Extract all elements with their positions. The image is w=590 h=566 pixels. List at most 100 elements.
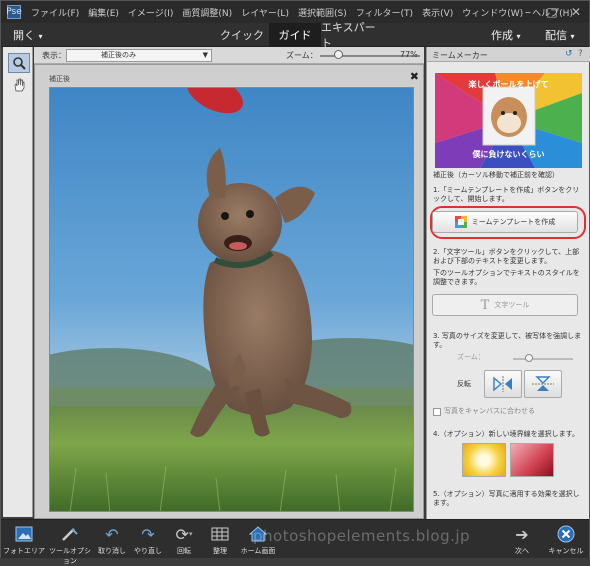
border-option-red[interactable] [510,443,554,477]
panel-zoom-knob[interactable] [525,354,533,362]
fit-to-canvas-checkbox[interactable] [433,408,441,416]
maximize-button[interactable]: □ [541,1,563,23]
text-tool-icon: T [480,297,490,313]
tool-options-label: ツールオプション [49,547,91,565]
minimize-button[interactable]: – [517,1,539,23]
photo-bin-icon [15,526,33,542]
step4-text: 4.（オプション）新しい境界線を選択します。 [433,430,579,438]
dog-photo-image [50,88,413,511]
organize-label: 整理 [213,547,227,555]
meme-bottom-text: 僕に負けないくらい [472,150,545,159]
flip-horizontal-icon [493,376,512,392]
undo-icon: ↶ [105,524,119,544]
menu-file[interactable]: ファイル(F) [31,6,79,19]
tab-guided[interactable]: ガイド [269,23,321,47]
next-button[interactable]: ➔ 次へ [499,524,545,556]
text-tool-button[interactable]: T 文字ツール [432,294,578,316]
canvas-label: 補正後 [49,75,70,83]
cancel-button[interactable]: キャンセル [543,524,589,556]
close-window-button[interactable]: ✕ [565,1,587,23]
view-label: 表示： [42,51,66,60]
help-icon[interactable]: ? [578,49,583,59]
share-label: 配信 [545,29,567,42]
chevron-down-icon: ▾ [516,32,521,41]
view-options-bar: 表示： 補正後のみ ▼ ズーム： 77% [34,47,424,64]
magnifier-icon [13,57,26,70]
panel-title: ミームメーカー [432,51,488,60]
open-label: 開く [13,29,35,42]
menu-image[interactable]: イメージ(I) [128,6,174,19]
after-caption: 補正後（カーソル移動で補正前を確認） [433,171,559,179]
view-select-value: 補正後のみ [101,51,136,59]
view-select[interactable]: 補正後のみ ▼ [66,49,212,62]
menu-edit[interactable]: 編集(E) [88,6,119,19]
photo-bin-button[interactable]: フォトエリア [1,524,47,556]
mode-bar: 開く ▾ クイック ガイド エキスパート 作成 ▾ 配信 ▾ [1,21,589,50]
tab-expert[interactable]: エキスパート [321,21,381,50]
panel-zoom-slider[interactable] [513,358,573,360]
photo-bin-label: フォトエリア [3,547,45,555]
border-option-sunburst[interactable] [462,443,506,477]
chevron-down-icon: ▾ [188,530,193,538]
zoom-label: ズーム： [286,51,318,60]
step2-text: 2.「文字ツール」ボタンをクリックして、上部および下部のテキストを変更します。 [433,248,580,265]
menu-enhance[interactable]: 画質調整(N) [182,6,232,19]
chevron-down-icon: ▼ [202,51,208,59]
tool-options-icon [62,528,78,541]
menu-select[interactable]: 選択範囲(S) [298,6,347,19]
create-meme-template-label: ミームテンプレートを作成 [471,218,556,226]
create-meme-template-button[interactable]: ミームテンプレートを作成 [432,211,578,233]
open-button[interactable]: 開く ▾ [13,27,43,43]
rotate-icon: ⟳ [175,524,189,544]
zoom-tool[interactable] [8,53,30,73]
watermark-text: photoshopelements.blog.jp [253,527,471,545]
menu-layer[interactable]: レイヤー(L) [241,6,289,19]
create-button[interactable]: 作成 ▾ [491,27,521,43]
dog-photo[interactable] [49,87,414,512]
app-window: Pse ファイル(F) 編集(E) イメージ(I) 画質調整(N) レイヤー(L… [0,0,590,565]
redo-label: やり直し [134,547,162,555]
meme-preview: 楽しくボールを上げて 僕に負けないくらい [435,73,582,168]
flip-vertical-icon [532,376,554,391]
image-canvas: 補正後 ✖ [34,64,424,519]
organize-grid-icon [211,527,229,541]
chevron-down-icon: ▾ [570,32,575,41]
home-screen-label: ホーム画面 [240,547,276,555]
reset-icon[interactable]: ↺ [565,49,573,59]
step3-text: 3. 写真のサイズを変更して、被写体を強調します。 [433,332,582,349]
redo-icon: ↷ [141,524,155,544]
next-arrow-icon: ➔ [515,524,529,544]
step1-text: 1.「ミームテンプレートを作成」ボタンをクリックして、開始します。 [433,186,580,203]
cancel-label: キャンセル [548,547,584,555]
hand-tool[interactable] [8,75,30,95]
toolbox [3,47,33,517]
menu-window[interactable]: ウィンドウ(W) [462,6,523,19]
step2b-text: 下のツールオプションでテキストのスタイルを調整できます。 [433,269,580,286]
flip-vertical-button[interactable] [524,370,562,398]
app-logo-icon: Pse [6,5,22,19]
tab-quick[interactable]: クイック [217,23,267,47]
meme-top-text: 楽しくボールを上げて [468,80,549,89]
undo-label: 取り消し [98,547,126,555]
tool-options-button[interactable]: ツールオプション [47,524,93,566]
share-button[interactable]: 配信 ▾ [545,27,575,43]
create-label: 作成 [491,29,513,42]
menu-filter[interactable]: フィルター(T) [356,6,413,19]
next-label: 次へ [515,547,529,555]
guided-panel: ミームメーカー ↺ ? 楽しくボールを上げて 僕に負けないくらい 補正後（カーソ… [426,47,590,519]
hand-icon [14,78,25,92]
chevron-down-icon: ▾ [38,32,43,41]
rotate-label: 回転 [177,547,191,555]
zoom-slider-knob[interactable] [334,50,343,59]
close-icon[interactable]: ✖ [410,70,419,83]
text-tool-label: 文字ツール [494,301,530,309]
zoom-value: 77% [400,50,418,59]
fit-to-canvas-label: 写真をキャンバスに合わせる [444,407,535,415]
cancel-icon [557,525,575,543]
template-icon [454,216,467,228]
menubar: Pse ファイル(F) 編集(E) イメージ(I) 画質調整(N) レイヤー(L… [1,1,589,23]
panel-header: ミームメーカー ↺ ? [427,47,590,62]
flip-horizontal-button[interactable] [484,370,522,398]
step5-text: 5.（オプション）写真に適用する効果を選択します。 [433,490,580,507]
menu-view[interactable]: 表示(V) [422,6,453,19]
